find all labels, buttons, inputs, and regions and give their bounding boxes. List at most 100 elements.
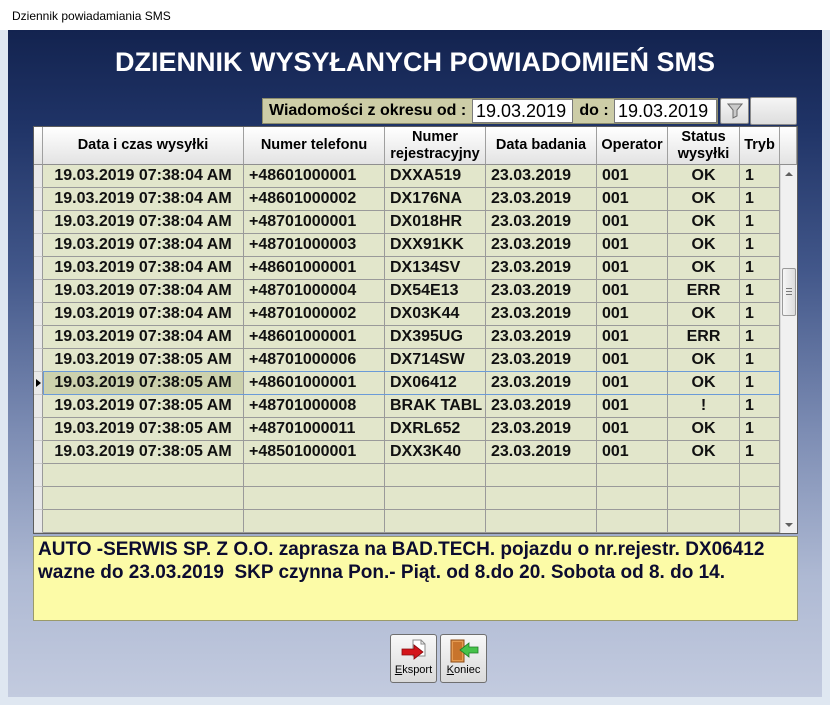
table-row[interactable]: 19.03.2019 07:38:05 AM +48701000011 DXRL65… [34, 418, 780, 441]
row-selector[interactable] [34, 188, 43, 211]
empty-cell-phone-number[interactable] [244, 510, 385, 533]
column-header-phone-number[interactable]: Numer telefonu [244, 127, 385, 165]
cell-registration-number[interactable]: DXXA519 [385, 165, 486, 188]
cell-operator[interactable]: 001 [597, 280, 668, 303]
table-row[interactable]: 19.03.2019 07:38:04 AM +48701000004 DX54E1… [34, 280, 780, 303]
empty-cell-registration-number[interactable] [385, 487, 486, 510]
cell-registration-number[interactable]: DX134SV [385, 257, 486, 280]
cell-phone-number[interactable]: +48501000001 [244, 441, 385, 464]
table-row[interactable]: 19.03.2019 07:38:04 AM +48701000003 DXX91K… [34, 234, 780, 257]
column-header-send-status[interactable]: Status wysyłki [668, 127, 740, 165]
cell-phone-number[interactable]: +48701000006 [244, 349, 385, 372]
cell-mode[interactable]: 1 [740, 372, 780, 395]
table-row[interactable]: 19.03.2019 07:38:04 AM +48601000002 DX176N… [34, 188, 780, 211]
cell-phone-number[interactable]: +48601000001 [244, 372, 385, 395]
cell-send-status[interactable]: OK [668, 441, 740, 464]
cell-inspection-date[interactable]: 23.03.2019 [486, 165, 597, 188]
empty-cell-inspection-date[interactable] [486, 487, 597, 510]
cell-operator[interactable]: 001 [597, 165, 668, 188]
cell-send-status[interactable]: ! [668, 395, 740, 418]
cell-inspection-date[interactable]: 23.03.2019 [486, 418, 597, 441]
cell-operator[interactable]: 001 [597, 395, 668, 418]
cell-operator[interactable]: 001 [597, 418, 668, 441]
cell-mode[interactable]: 1 [740, 280, 780, 303]
cell-operator[interactable]: 001 [597, 188, 668, 211]
cell-mode[interactable]: 1 [740, 165, 780, 188]
row-selector[interactable] [34, 303, 43, 326]
cell-operator[interactable]: 001 [597, 372, 668, 395]
cell-mode[interactable]: 1 [740, 418, 780, 441]
table-row[interactable]: 19.03.2019 07:38:04 AM +48701000002 DX03K4… [34, 303, 780, 326]
row-selector[interactable] [34, 418, 43, 441]
cell-sent-at[interactable]: 19.03.2019 07:38:04 AM [43, 165, 244, 188]
cell-phone-number[interactable]: +48701000008 [244, 395, 385, 418]
row-selector[interactable] [34, 372, 43, 395]
window-titlebar[interactable]: Dziennik powiadamiania SMS [0, 0, 830, 30]
cell-operator[interactable]: 001 [597, 234, 668, 257]
cell-inspection-date[interactable]: 23.03.2019 [486, 234, 597, 257]
empty-cell-sent-at[interactable] [43, 487, 244, 510]
empty-cell-registration-number[interactable] [385, 464, 486, 487]
cell-sent-at[interactable]: 19.03.2019 07:38:04 AM [43, 326, 244, 349]
empty-cell-sent-at[interactable] [43, 510, 244, 533]
empty-cell-inspection-date[interactable] [486, 464, 597, 487]
row-selector[interactable] [34, 349, 43, 372]
row-selector[interactable] [34, 280, 43, 303]
cell-registration-number[interactable]: DX714SW [385, 349, 486, 372]
cell-send-status[interactable]: OK [668, 418, 740, 441]
cell-mode[interactable]: 1 [740, 441, 780, 464]
close-button[interactable]: Koniec [440, 634, 487, 683]
empty-cell-operator[interactable] [597, 487, 668, 510]
empty-cell-send-status[interactable] [668, 464, 740, 487]
cell-mode[interactable]: 1 [740, 211, 780, 234]
column-header-mode[interactable]: Tryb [740, 127, 780, 165]
cell-sent-at[interactable]: 19.03.2019 07:38:04 AM [43, 280, 244, 303]
cell-registration-number[interactable]: DX06412 [385, 372, 486, 395]
date-to-input[interactable] [614, 99, 717, 123]
cell-sent-at[interactable]: 19.03.2019 07:38:04 AM [43, 188, 244, 211]
cell-registration-number[interactable]: DX176NA [385, 188, 486, 211]
empty-cell-phone-number[interactable] [244, 487, 385, 510]
cell-sent-at[interactable]: 19.03.2019 07:38:05 AM [43, 372, 244, 395]
cell-operator[interactable]: 001 [597, 441, 668, 464]
empty-table-row[interactable] [34, 464, 780, 487]
empty-cell-send-status[interactable] [668, 487, 740, 510]
row-selector[interactable] [34, 487, 43, 510]
row-selector[interactable] [34, 211, 43, 234]
cell-send-status[interactable]: OK [668, 257, 740, 280]
cell-mode[interactable]: 1 [740, 257, 780, 280]
cell-sent-at[interactable]: 19.03.2019 07:38:04 AM [43, 303, 244, 326]
cell-registration-number[interactable]: DX018HR [385, 211, 486, 234]
row-selector[interactable] [34, 234, 43, 257]
cell-inspection-date[interactable]: 23.03.2019 [486, 188, 597, 211]
table-row[interactable]: 19.03.2019 07:38:04 AM +48601000001 DX395U… [34, 326, 780, 349]
cell-inspection-date[interactable]: 23.03.2019 [486, 349, 597, 372]
cell-phone-number[interactable]: +48701000004 [244, 280, 385, 303]
cell-inspection-date[interactable]: 23.03.2019 [486, 441, 597, 464]
table-row[interactable]: 19.03.2019 07:38:04 AM +48601000001 DXXA51… [34, 165, 780, 188]
cell-registration-number[interactable]: BRAK TABL [385, 395, 486, 418]
empty-table-row[interactable] [34, 487, 780, 510]
cell-send-status[interactable]: OK [668, 188, 740, 211]
empty-cell-mode[interactable] [740, 510, 780, 533]
cell-inspection-date[interactable]: 23.03.2019 [486, 280, 597, 303]
table-row[interactable]: 19.03.2019 07:38:05 AM +48501000001 DXX3K4… [34, 441, 780, 464]
cell-operator[interactable]: 001 [597, 211, 668, 234]
cell-inspection-date[interactable]: 23.03.2019 [486, 372, 597, 395]
column-header-sent-at[interactable]: Data i czas wysyłki [43, 127, 244, 165]
cell-operator[interactable]: 001 [597, 257, 668, 280]
cell-send-status[interactable]: ERR [668, 280, 740, 303]
cell-send-status[interactable]: ERR [668, 326, 740, 349]
empty-table-row[interactable] [34, 510, 780, 533]
column-header-operator[interactable]: Operator [597, 127, 668, 165]
cell-mode[interactable]: 1 [740, 188, 780, 211]
cell-registration-number[interactable]: DX54E13 [385, 280, 486, 303]
cell-phone-number[interactable]: +48601000002 [244, 188, 385, 211]
cell-sent-at[interactable]: 19.03.2019 07:38:05 AM [43, 418, 244, 441]
cell-inspection-date[interactable]: 23.03.2019 [486, 326, 597, 349]
table-row[interactable]: 19.03.2019 07:38:04 AM +48601000001 DX134S… [34, 257, 780, 280]
cell-phone-number[interactable]: +48701000002 [244, 303, 385, 326]
date-from-input[interactable] [472, 99, 573, 123]
cell-sent-at[interactable]: 19.03.2019 07:38:05 AM [43, 395, 244, 418]
column-header-registration-number[interactable]: Numer rejestracyjny [385, 127, 486, 165]
